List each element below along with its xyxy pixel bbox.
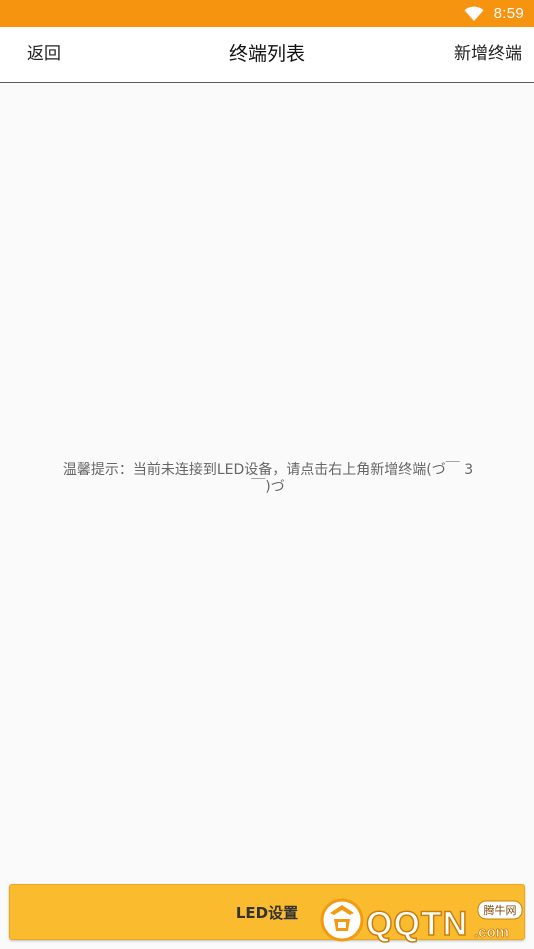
status-bar: 8:59 bbox=[0, 0, 534, 27]
status-bar-right: 8:59 bbox=[464, 0, 524, 27]
terminal-list: 温馨提示：当前未连接到LED设备，请点击右上角新增终端(づ￣ 3￣)づ bbox=[0, 83, 534, 883]
empty-hint-text: 温馨提示：当前未连接到LED设备，请点击右上角新增终端(づ￣ 3￣)づ bbox=[62, 462, 474, 495]
led-settings-button[interactable]: LED设置 bbox=[9, 884, 525, 940]
wifi-icon bbox=[464, 6, 484, 22]
status-time: 8:59 bbox=[493, 5, 524, 22]
add-terminal-button[interactable]: 新增终端 bbox=[454, 27, 522, 82]
back-button[interactable]: 返回 bbox=[27, 27, 61, 82]
app-screen: 8:59 返回 终端列表 新增终端 温馨提示：当前未连接到LED设备，请点击右上… bbox=[0, 0, 534, 949]
led-settings-label: LED设置 bbox=[235, 903, 299, 922]
title-bar: 返回 终端列表 新增终端 bbox=[0, 27, 534, 83]
